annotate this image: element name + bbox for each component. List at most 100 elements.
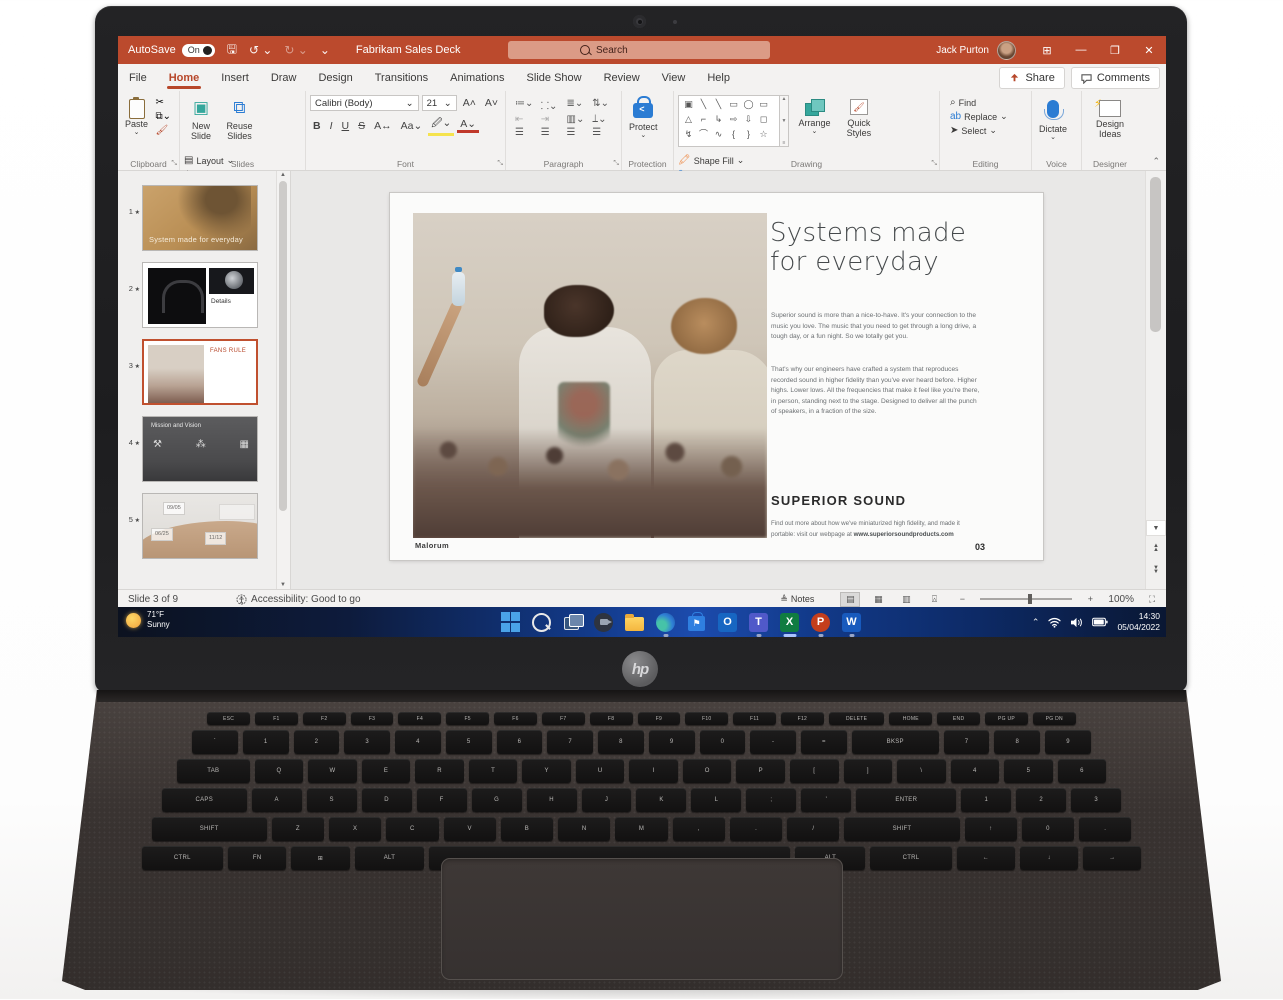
keyboard-key[interactable]: FN (228, 846, 287, 870)
keyboard-key[interactable]: 7 (547, 730, 594, 754)
start-button[interactable] (500, 612, 521, 633)
justify-icon[interactable]: ☰ (592, 127, 612, 138)
slide-photo-concert-crowd[interactable] (413, 213, 767, 538)
keyboard-key[interactable]: B (500, 817, 554, 841)
keyboard-key[interactable]: DELETE (828, 712, 885, 725)
keyboard-key[interactable]: J (581, 788, 632, 812)
keyboard-key[interactable]: F (416, 788, 467, 812)
word-button[interactable]: W (841, 612, 862, 633)
keyboard-key[interactable]: 3 (1071, 788, 1122, 812)
keyboard-key[interactable]: T (468, 759, 518, 783)
cut-icon[interactable]: ✂ (155, 97, 171, 108)
keyboard-key[interactable]: M (615, 817, 668, 841)
keyboard-key[interactable]: V (443, 817, 496, 841)
keyboard-key[interactable]: . (1079, 817, 1132, 841)
keyboard-key[interactable]: \ (897, 759, 946, 783)
tab-home[interactable]: Home (158, 64, 211, 91)
undo-icon[interactable]: ↺ ⌄ (249, 43, 272, 57)
slide-cta[interactable]: Find out more about how we've miniaturiz… (771, 519, 981, 540)
outlook-button[interactable]: O (717, 612, 738, 633)
keyboard-key[interactable]: 5 (1004, 759, 1053, 783)
thumbnail-4[interactable]: 4 ★ Mission and Vision ⚒ ⁂ ▦ (124, 416, 258, 482)
keyboard-key[interactable]: F1 (255, 712, 298, 725)
keyboard-key[interactable]: 6 (496, 730, 543, 754)
keyboard-key[interactable]: U (575, 759, 625, 783)
minimize-button[interactable]: — (1064, 36, 1098, 64)
zoom-out-button[interactable]: − (952, 592, 972, 607)
keyboard-key[interactable]: X (328, 817, 382, 841)
keyboard-key[interactable]: 1 (242, 730, 289, 754)
underline-button[interactable]: U (339, 120, 353, 132)
keyboard-key[interactable]: ← (956, 846, 1015, 870)
speaker-icon[interactable] (1070, 617, 1083, 628)
zoom-in-button[interactable]: + (1080, 592, 1100, 607)
keyboard-key[interactable]: ; (746, 788, 797, 812)
comments-button[interactable]: Comments (1070, 67, 1160, 89)
keyboard-key[interactable]: ↓ (1019, 846, 1079, 870)
keyboard-key[interactable]: BKSP (851, 730, 939, 754)
document-title[interactable]: Fabrikam Sales Deck - Saved ▾ (122, 44, 1166, 608)
slideshow-button[interactable]: ⍓ (924, 592, 944, 607)
numbering-icon[interactable]: ⸬⌄ (541, 98, 561, 112)
ribbon-display-options-icon[interactable]: ⊞ (1030, 36, 1064, 64)
keyboard-key[interactable]: 9 (1045, 730, 1091, 754)
keyboard-key[interactable]: PG DN (1032, 712, 1076, 725)
line-spacing-icon[interactable]: ≣⌄ (567, 98, 587, 112)
keyboard-key[interactable]: F2 (302, 712, 346, 725)
slide-sorter-view-button[interactable]: ▦ (868, 592, 888, 607)
keyboard-key[interactable]: ESC (207, 712, 251, 725)
tab-review[interactable]: Review (593, 64, 651, 91)
font-dialog-launcher[interactable]: ⤡ (497, 160, 503, 168)
keyboard-key[interactable]: O (682, 759, 732, 783)
tab-design[interactable]: Design (307, 64, 363, 91)
italic-button[interactable]: I (327, 120, 336, 132)
panel-scrollbar[interactable]: ▲ ▼ (276, 171, 290, 589)
font-color-icon[interactable]: A⌄ (457, 118, 480, 133)
design-ideas-button[interactable]: Design Ideas (1086, 95, 1134, 153)
slide-paragraph-1[interactable]: Superior sound is more than a nice-to-ha… (771, 311, 981, 343)
shape-gallery-scrollbar[interactable]: ▲ ▼ ≡ (780, 95, 789, 147)
keyboard-key[interactable]: K (636, 788, 687, 812)
previous-slide-button[interactable]: ▲ ▲ (1146, 541, 1166, 557)
keyboard-key[interactable]: CTRL (870, 846, 952, 870)
avatar[interactable] (997, 40, 1016, 60)
keyboard-key[interactable]: G (471, 788, 522, 812)
keyboard-key[interactable]: HOME (889, 712, 933, 725)
keyboard-key[interactable]: F10 (685, 712, 729, 725)
accessibility-checker[interactable]: Accessibility: Good to go (236, 594, 361, 605)
teams-button[interactable]: T (748, 612, 769, 633)
keyboard-key[interactable]: CAPS (161, 788, 247, 812)
keyboard-key[interactable]: P (736, 759, 785, 783)
tab-animations[interactable]: Animations (439, 64, 515, 91)
slide-subheading[interactable]: SUPERIOR SOUND (771, 493, 906, 508)
keyboard-key[interactable]: 1 (961, 788, 1012, 812)
font-size-select[interactable]: 21 ⌄ (421, 95, 457, 111)
account-name[interactable]: Jack Purton (936, 45, 989, 56)
weather-widget[interactable]: 71°F Sunny (126, 610, 170, 630)
collapse-ribbon-icon[interactable]: ⌃ (1152, 156, 1160, 167)
slide-paragraph-2[interactable]: That's why our engineers have crafted a … (771, 365, 981, 418)
keyboard-key[interactable]: W (308, 759, 357, 783)
tab-slide-show[interactable]: Slide Show (516, 64, 593, 91)
keyboard-key[interactable]: F3 (350, 712, 394, 725)
thumbnail-3-selected[interactable]: 3 ★ FANS RULE (124, 339, 258, 405)
keyboard-key[interactable]: / (787, 817, 840, 841)
keyboard-key[interactable]: 4 (395, 730, 441, 754)
chat-button[interactable] (593, 612, 614, 633)
panel-scrollbar-thumb[interactable] (279, 181, 287, 511)
bullets-icon[interactable]: ≔⌄ (515, 98, 535, 112)
keyboard-key[interactable]: ] (843, 759, 893, 783)
thumbnail-5[interactable]: 5 ★ 09/05 06/25 11/12 (124, 493, 258, 559)
align-center-icon[interactable]: ☰ (541, 127, 561, 138)
keyboard-key[interactable]: , (672, 817, 725, 841)
keyboard-key[interactable]: - (750, 730, 797, 754)
find-button[interactable]: ⌕ Find (950, 97, 1008, 108)
restore-button[interactable]: ❐ (1098, 36, 1132, 64)
shape-gallery[interactable]: ▣ ╲ ╲ ▭ ◯ ▭ △ ⌐ ↳ ⇨ ⇩ ◻ ↯ ⌒ ∿{} ☆ (678, 95, 780, 147)
notes-button[interactable]: ≜ Notes (780, 594, 814, 605)
save-icon[interactable]: 🖫 (227, 40, 237, 61)
keyboard-key[interactable]: SHIFT (151, 817, 267, 841)
keyboard-key[interactable]: F4 (398, 712, 442, 725)
align-text-icon[interactable]: ⟘⌄ (592, 114, 612, 125)
close-button[interactable]: ✕ (1132, 36, 1166, 64)
